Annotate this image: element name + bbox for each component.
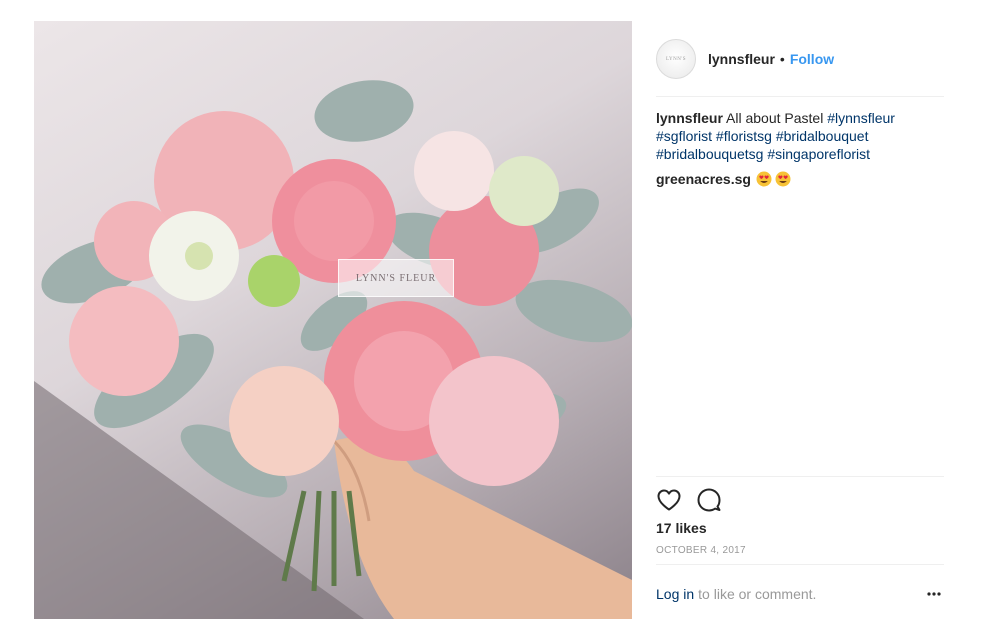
login-link[interactable]: Log in [656, 586, 694, 602]
likes-count[interactable]: 17 likes [656, 520, 707, 536]
heart-eyes-emoji-icon [775, 171, 791, 187]
header-divider [656, 96, 944, 97]
follow-button[interactable]: Follow [790, 51, 834, 67]
comment-button[interactable] [696, 487, 722, 513]
hashtag-link[interactable]: #singaporeflorist [767, 146, 870, 162]
ellipsis-icon [927, 592, 941, 596]
user-line: lynnsfleur • Follow [708, 51, 834, 67]
separator-dot: • [779, 51, 785, 67]
comment-icon [697, 488, 721, 512]
caption-text: All about Pastel [726, 110, 824, 126]
post-date: OCTOBER 4, 2017 [656, 545, 746, 556]
hashtag-link[interactable]: #lynnsfleur [827, 110, 895, 126]
more-options-button[interactable] [924, 584, 944, 604]
post-header: LYNN'S lynnsfleur • Follow [656, 39, 944, 79]
heart-icon [657, 489, 681, 511]
footer-divider [656, 564, 944, 565]
comment-item: greenacres.sg [656, 170, 791, 188]
actions-divider [656, 476, 944, 477]
post-caption: lynnsfleur All about Pastel #lynnsfleur … [656, 109, 944, 163]
post-photo: LYNN'S FLEUR [34, 21, 632, 619]
bouquet-illustration [34, 80, 632, 619]
avatar[interactable]: LYNN'S [656, 39, 696, 79]
post-actions [656, 487, 736, 513]
hashtag-link[interactable]: #bridalbouquetsg [656, 146, 763, 162]
post-side-panel: LYNN'S lynnsfleur • Follow lynnsfleur Al… [656, 21, 944, 619]
avatar-logo: LYNN'S [665, 56, 687, 62]
photo-watermark: LYNN'S FLEUR [338, 259, 454, 297]
comment-username[interactable]: greenacres.sg [656, 170, 751, 188]
username-link[interactable]: lynnsfleur [708, 51, 775, 67]
login-prompt: Log in to like or comment. [656, 584, 944, 604]
hashtag-link[interactable]: #floristsg [716, 128, 772, 144]
caption-username[interactable]: lynnsfleur [656, 110, 723, 126]
heart-eyes-emoji-icon [756, 171, 772, 187]
login-prompt-text: to like or comment. [698, 586, 817, 602]
like-button[interactable] [656, 487, 682, 513]
hashtag-link[interactable]: #bridalbouquet [776, 128, 869, 144]
hashtag-link[interactable]: #sgflorist [656, 128, 712, 144]
